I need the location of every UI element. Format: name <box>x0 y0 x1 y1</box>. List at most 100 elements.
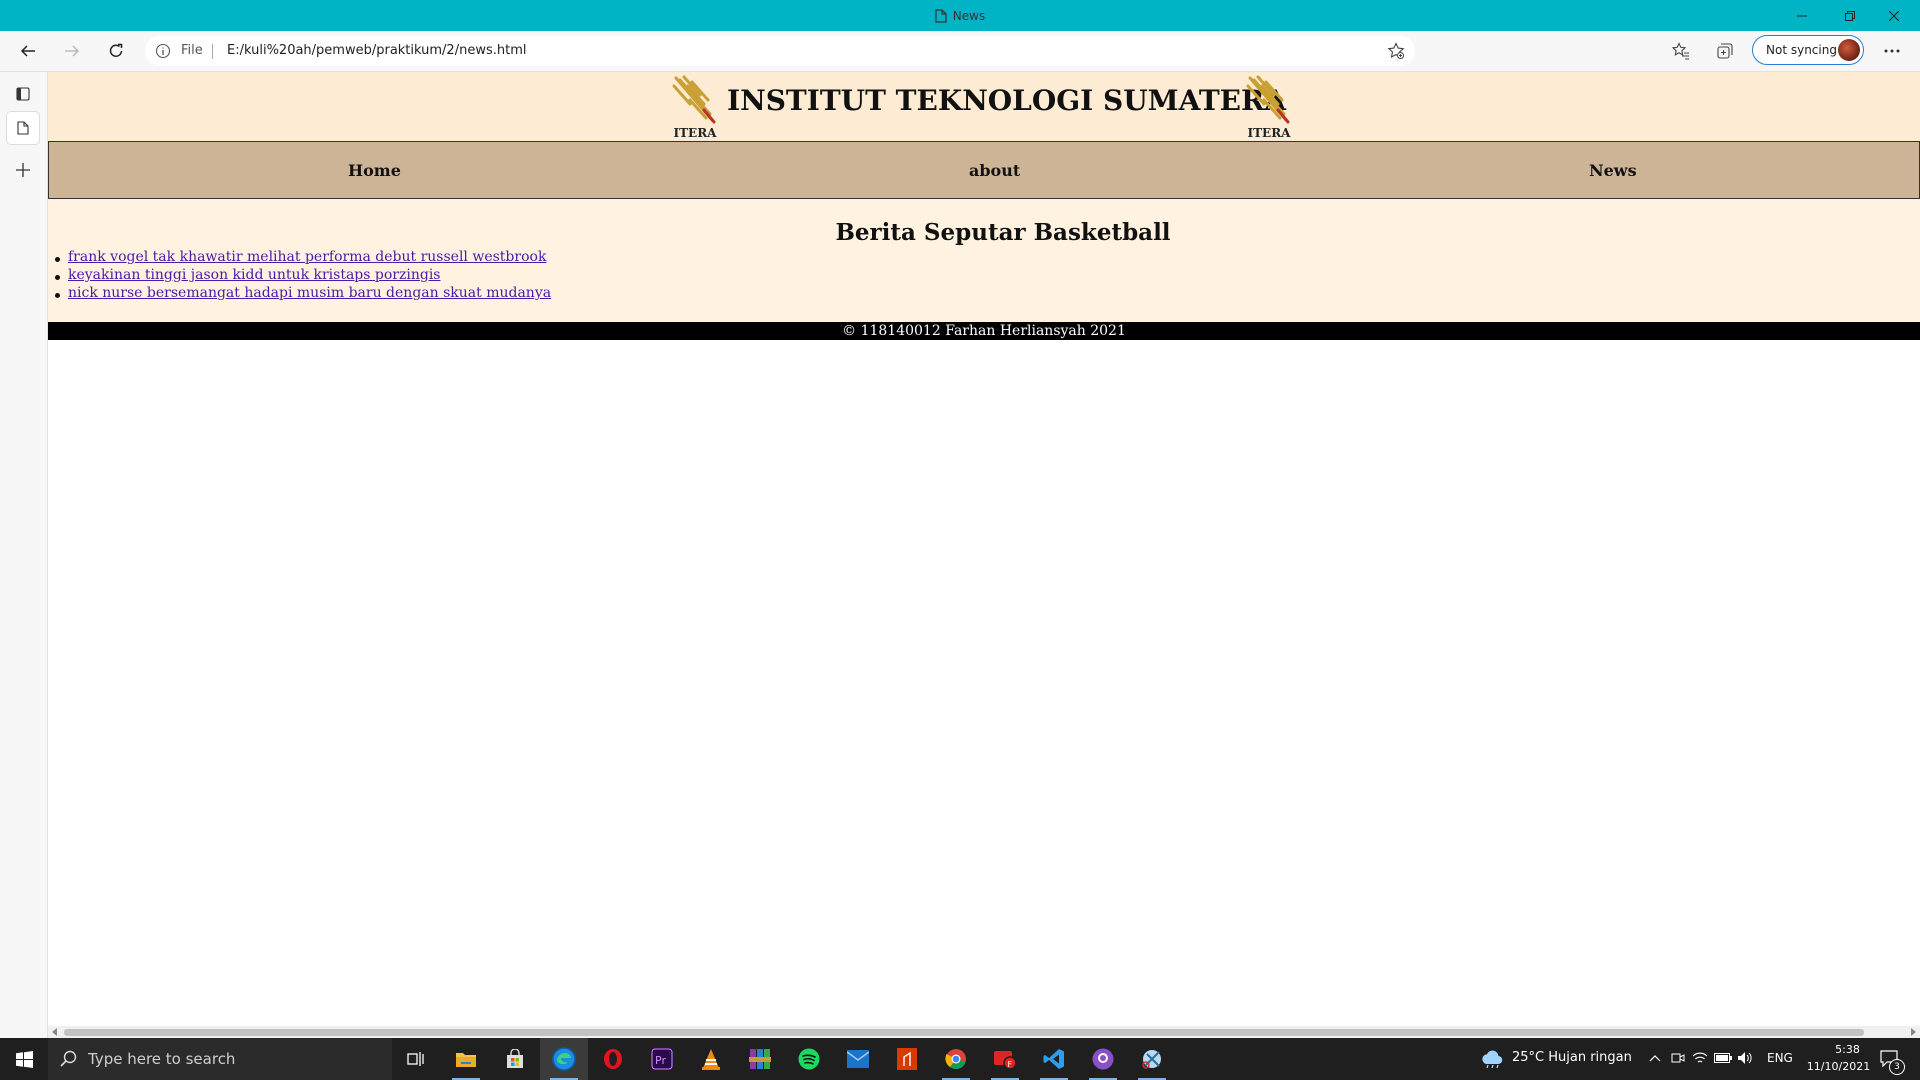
title-bar: News <box>0 0 1920 31</box>
horizontal-scrollbar[interactable] <box>48 1026 1920 1038</box>
system-tray: 25°C Hujan ringan ENG 5:38 11/10/2021 3 <box>1475 1038 1920 1080</box>
premiere-pro-button[interactable]: Pr <box>638 1038 686 1080</box>
back-button[interactable] <box>10 33 46 69</box>
winrar-icon <box>749 1049 771 1069</box>
collections-button[interactable] <box>1707 33 1743 69</box>
page-icon <box>935 8 947 23</box>
info-icon[interactable] <box>155 43 171 59</box>
itera-logo-icon <box>1246 75 1290 124</box>
news-link[interactable]: nick nurse bersemangat hadapi musim baru… <box>68 285 551 301</box>
clock-time[interactable]: 5:38 <box>1820 1043 1875 1056</box>
minimize-button[interactable] <box>1780 0 1824 31</box>
scheme-label: File <box>181 43 203 58</box>
url-text[interactable]: E:/kuli%20ah/pemweb/praktikum/2/news.htm… <box>227 43 526 58</box>
spotify-button[interactable] <box>785 1038 833 1080</box>
nav-about[interactable]: about <box>969 161 1020 180</box>
start-button[interactable] <box>0 1038 48 1080</box>
profile-button[interactable]: Not syncing <box>1752 35 1864 65</box>
battery-icon[interactable] <box>1714 1053 1732 1063</box>
more-icon <box>1884 49 1900 53</box>
news-link[interactable]: keyakinan tinggi jason kidd untuk krista… <box>68 267 440 283</box>
profile-sync-label: Not syncing <box>1766 43 1837 57</box>
volume-icon[interactable] <box>1737 1051 1753 1065</box>
page-icon <box>17 121 29 135</box>
vscode-button[interactable] <box>1030 1038 1078 1080</box>
site-nav: Home about News <box>48 141 1920 199</box>
store-button[interactable] <box>491 1038 539 1080</box>
chevron-up-icon[interactable] <box>1649 1055 1661 1062</box>
tab-actions-button[interactable] <box>7 78 39 110</box>
itera-logo-icon <box>672 75 716 124</box>
edge-icon <box>552 1047 576 1071</box>
address-bar[interactable]: File E:/kuli%20ah/pemweb/praktikum/2/new… <box>145 36 1415 66</box>
vscode-icon <box>1043 1049 1064 1069</box>
winrar-button[interactable] <box>736 1038 784 1080</box>
window-title: News <box>0 0 1920 31</box>
vlc-button[interactable] <box>687 1038 735 1080</box>
browser-toolbar: File E:/kuli%20ah/pemweb/praktikum/2/new… <box>0 31 1920 72</box>
forward-button[interactable] <box>54 33 90 69</box>
taskbar-search[interactable]: Type here to search <box>48 1038 392 1080</box>
tab-actions-icon <box>16 87 30 101</box>
list-item: frank vogel tak khawatir melihat perform… <box>54 249 551 267</box>
github-desktop-button[interactable] <box>1079 1038 1127 1080</box>
settings-more-button[interactable] <box>1874 33 1910 69</box>
restore-icon <box>1845 10 1855 21</box>
task-view-button[interactable] <box>392 1038 440 1080</box>
clock-date[interactable]: 11/10/2021 <box>1802 1060 1875 1073</box>
file-explorer-button[interactable] <box>442 1038 490 1080</box>
snipping-tool-button[interactable] <box>1128 1038 1176 1080</box>
chrome-icon <box>945 1049 966 1070</box>
tab-news[interactable] <box>7 112 39 144</box>
arrow-right-icon <box>65 45 80 57</box>
site-footer: © 118140012 Farhan Herliansyah 2021 <box>48 322 1920 340</box>
favorites-button[interactable] <box>1663 33 1699 69</box>
chrome-button[interactable] <box>932 1038 980 1080</box>
avatar <box>1838 39 1860 61</box>
scrollbar-thumb[interactable] <box>64 1029 1864 1036</box>
itera-logo-left: ITERA <box>670 74 720 140</box>
meet-now-icon[interactable] <box>1671 1051 1685 1065</box>
svg-text:Pr: Pr <box>655 1054 666 1067</box>
network-icon[interactable] <box>1692 1051 1708 1065</box>
search-placeholder: Type here to search <box>88 1050 236 1068</box>
opera-icon <box>604 1049 622 1069</box>
nav-home[interactable]: Home <box>348 161 401 180</box>
language-indicator[interactable]: ENG <box>1767 1051 1793 1065</box>
news-list: frank vogel tak khawatir melihat perform… <box>54 249 551 303</box>
cloud-rain-icon[interactable] <box>1480 1050 1504 1068</box>
site-header: ITERA INSTITUT TEKNOLOGI SUMATERA ITERA <box>48 72 1920 141</box>
mail-button[interactable] <box>834 1038 882 1080</box>
news-heading: Berita Seputar Basketball <box>835 219 1171 246</box>
vertical-tabs-panel <box>0 72 48 1038</box>
opera-button[interactable] <box>589 1038 637 1080</box>
store-icon <box>507 1049 523 1068</box>
close-button[interactable] <box>1872 0 1916 31</box>
weather-text[interactable]: 25°C Hujan ringan <box>1512 1050 1632 1065</box>
scroll-right-icon[interactable] <box>1910 1028 1916 1036</box>
refresh-button[interactable] <box>98 33 134 69</box>
plus-icon <box>16 163 30 177</box>
window-title-text: News <box>952 8 986 23</box>
svg-text:F: F <box>1008 1060 1013 1069</box>
snipping-tool-icon <box>1142 1050 1161 1069</box>
new-tab-button[interactable] <box>7 154 39 186</box>
logo-label: ITERA <box>673 126 717 140</box>
add-favorite-icon[interactable] <box>1387 42 1405 60</box>
task-view-icon <box>407 1052 424 1066</box>
news-link[interactable]: frank vogel tak khawatir melihat perform… <box>68 249 546 265</box>
list-item: keyakinan tinggi jason kidd untuk krista… <box>54 267 551 285</box>
address-separator <box>212 44 213 59</box>
close-icon <box>1889 10 1899 21</box>
list-item: nick nurse bersemangat hadapi musim baru… <box>54 285 551 303</box>
search-icon <box>60 1050 77 1067</box>
edge-button[interactable] <box>540 1038 588 1080</box>
office-button[interactable] <box>883 1038 931 1080</box>
app-red-button[interactable]: F <box>981 1038 1029 1080</box>
minimize-icon <box>1797 15 1807 16</box>
scroll-left-icon[interactable] <box>52 1028 58 1036</box>
notification-badge: 3 <box>1889 1059 1905 1075</box>
restore-button[interactable] <box>1828 0 1872 31</box>
nav-news[interactable]: News <box>1589 161 1637 180</box>
logo-label: ITERA <box>1247 126 1291 140</box>
